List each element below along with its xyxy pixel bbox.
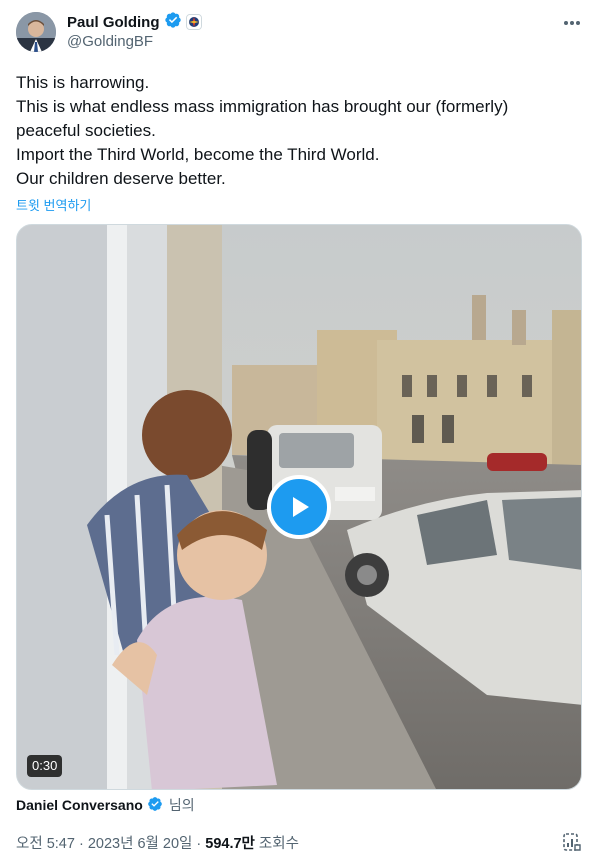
video-duration-badge: 0:30 bbox=[27, 755, 63, 777]
tweet-date[interactable]: 2023년 6월 20일 bbox=[88, 836, 193, 852]
tweet-line: Our children deserve better. bbox=[16, 169, 226, 188]
translate-tweet-link[interactable]: 트윗 번역하기 bbox=[16, 195, 91, 214]
tweet-line: This is what endless mass immigration ha… bbox=[16, 97, 509, 116]
avatar-image bbox=[16, 12, 56, 52]
author-name-row: Paul Golding bbox=[67, 11, 202, 34]
view-count-label: 조회수 bbox=[254, 836, 299, 852]
tweet-meta: 오전 5:47 · 2023년 6월 20일 · 594.7만 조회수 bbox=[16, 832, 299, 853]
credit-suffix: 님의 bbox=[168, 797, 195, 813]
tweet-text: This is harrowing. This is what endless … bbox=[16, 71, 576, 191]
video-credit: Daniel Conversano 님의 bbox=[16, 795, 195, 815]
party-logo-badge-icon[interactable] bbox=[185, 14, 202, 30]
meta-separator: · bbox=[74, 836, 88, 852]
author-handle[interactable]: @GoldingBF bbox=[67, 33, 153, 50]
play-icon bbox=[293, 497, 309, 517]
more-options-icon[interactable] bbox=[560, 14, 584, 32]
meta-separator: · bbox=[192, 836, 206, 852]
author-avatar[interactable] bbox=[16, 12, 56, 52]
view-count: 594.7만 bbox=[205, 836, 255, 852]
tweet-time[interactable]: 오전 5:47 bbox=[16, 836, 75, 852]
verified-badge-icon bbox=[147, 796, 163, 815]
tweet-line: Import the Third World, become the Third… bbox=[16, 145, 380, 164]
video-creator-name[interactable]: Daniel Conversano bbox=[16, 797, 143, 813]
tweet-line: This is harrowing. bbox=[16, 73, 150, 92]
author-name[interactable]: Paul Golding bbox=[67, 14, 160, 31]
play-button[interactable] bbox=[267, 475, 331, 539]
verified-badge-icon[interactable] bbox=[164, 11, 182, 34]
analytics-icon[interactable] bbox=[562, 832, 582, 852]
tweet-line: peaceful societies. bbox=[16, 121, 156, 140]
